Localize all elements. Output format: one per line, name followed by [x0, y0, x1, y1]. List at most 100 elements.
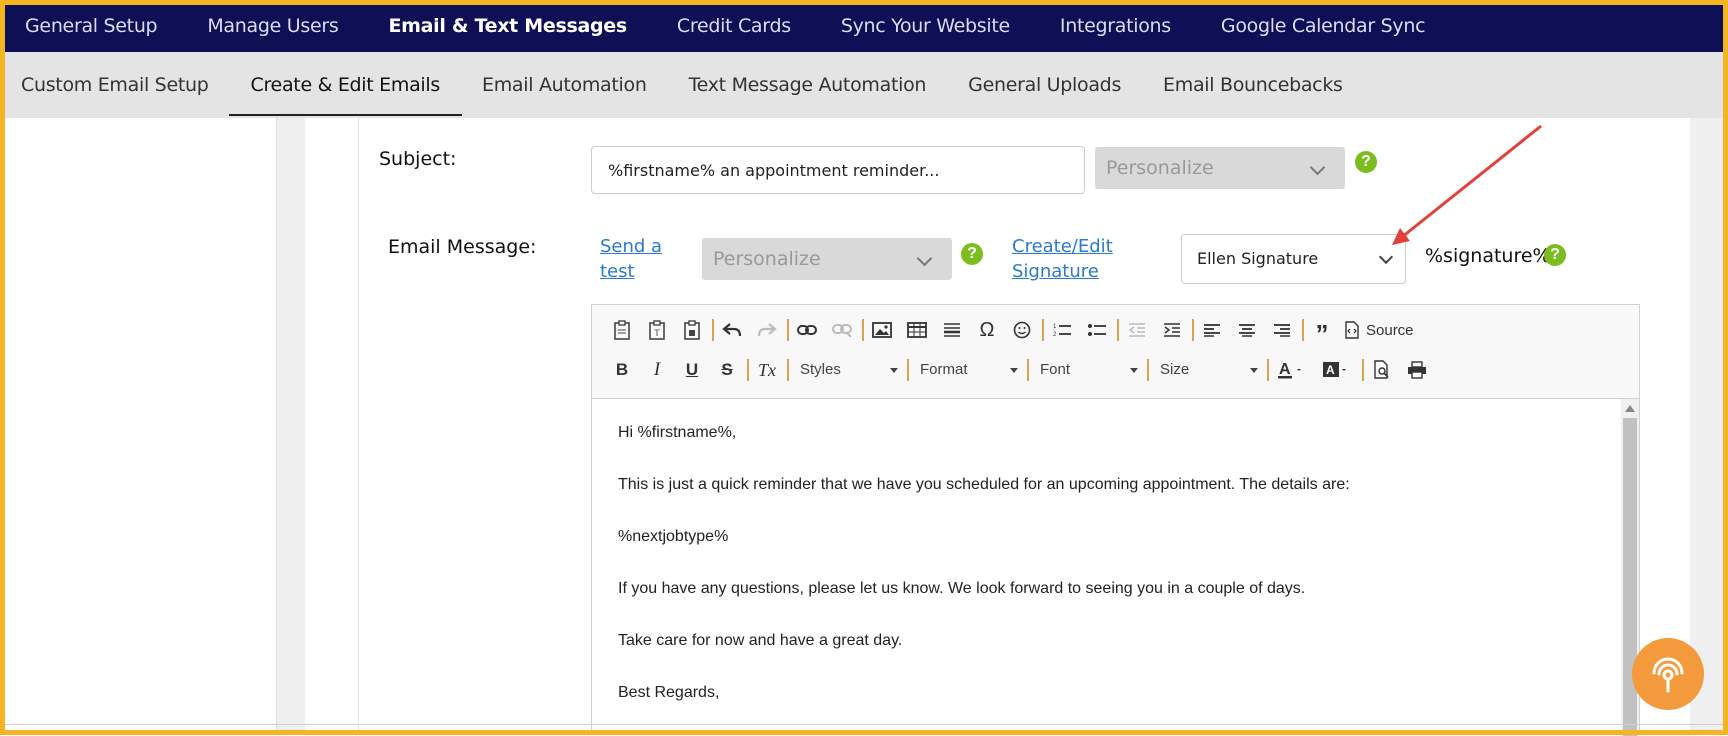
toolbar-separator: [747, 359, 749, 381]
undo-icon[interactable]: [717, 315, 747, 345]
send-test-link[interactable]: Send a test: [600, 234, 662, 284]
format-label: Format: [920, 361, 968, 378]
subnav-email-bouncebacks[interactable]: Email Bouncebacks: [1163, 52, 1343, 118]
source-button[interactable]: Source: [1344, 321, 1414, 339]
subnav-email-automation[interactable]: Email Automation: [482, 52, 647, 118]
signature-select[interactable]: Ellen Signature: [1181, 234, 1406, 284]
caret-down-icon: [1010, 368, 1018, 373]
redo-icon[interactable]: [752, 315, 782, 345]
chevron-down-icon: [1378, 249, 1394, 265]
format-combo[interactable]: Format: [912, 357, 1022, 383]
caret-down-icon: [1250, 368, 1258, 373]
source-icon: [1345, 321, 1359, 339]
bold-button[interactable]: B: [607, 355, 637, 385]
editor-toolbar: T Ω 1 2 ” Source B I U S Tx Styles Forma…: [592, 305, 1639, 399]
text-color-icon[interactable]: A: [1272, 355, 1312, 385]
chevron-down-icon: [916, 250, 933, 267]
topnav-integrations[interactable]: Integrations: [1060, 15, 1171, 37]
help-icon[interactable]: ?: [1355, 151, 1377, 173]
signature-merge-tag: %signature%: [1425, 245, 1551, 267]
signature-link-line1: Create/Edit: [1012, 236, 1113, 257]
link-icon[interactable]: [792, 315, 822, 345]
emoji-icon[interactable]: [1007, 315, 1037, 345]
background-color-icon[interactable]: A: [1317, 355, 1357, 385]
message-personalize-dropdown[interactable]: Personalize: [702, 238, 952, 280]
horizontal-line-icon[interactable]: [937, 315, 967, 345]
numbered-list-icon[interactable]: 12: [1047, 315, 1077, 345]
help-icon[interactable]: ?: [961, 243, 983, 265]
subnav-create-edit-emails[interactable]: Create & Edit Emails: [228, 52, 463, 118]
subnav-text-message-automation[interactable]: Text Message Automation: [689, 52, 927, 118]
topnav-sync-website[interactable]: Sync Your Website: [841, 15, 1010, 37]
svg-text:2: 2: [1053, 332, 1057, 338]
topnav-credit-cards[interactable]: Credit Cards: [677, 15, 791, 37]
send-test-line2: test: [600, 261, 635, 282]
paste-icon[interactable]: [607, 315, 637, 345]
svg-text:T: T: [654, 328, 660, 338]
subnav-general-uploads[interactable]: General Uploads: [968, 52, 1121, 118]
paste-word-icon[interactable]: [677, 315, 707, 345]
bulleted-list-icon[interactable]: [1082, 315, 1112, 345]
align-left-icon[interactable]: [1197, 315, 1227, 345]
editor-content[interactable]: Hi %firstname%, This is just a quick rem…: [592, 399, 1621, 736]
create-edit-signature-link[interactable]: Create/Edit Signature: [1012, 234, 1113, 284]
toolbar-separator: [1147, 359, 1149, 381]
font-combo[interactable]: Font: [1032, 357, 1142, 383]
underline-button[interactable]: U: [677, 355, 707, 385]
styles-combo[interactable]: Styles: [792, 357, 902, 383]
paste-text-icon[interactable]: T: [642, 315, 672, 345]
italic-button[interactable]: I: [642, 355, 672, 385]
send-test-line1: Send a: [600, 236, 663, 257]
size-label: Size: [1160, 361, 1190, 378]
indent-icon[interactable]: [1157, 315, 1187, 345]
align-center-icon[interactable]: [1232, 315, 1262, 345]
toolbar-separator: [1267, 359, 1269, 381]
toolbar-separator: [787, 319, 789, 341]
chevron-down-icon: [1309, 159, 1326, 176]
caret-down-icon: [890, 368, 898, 373]
rich-text-editor: T Ω 1 2 ” Source B I U S Tx Styles Forma…: [591, 304, 1640, 736]
subnav-custom-email-setup[interactable]: Custom Email Setup: [21, 52, 209, 118]
toolbar-separator: [862, 319, 864, 341]
topnav-general-setup[interactable]: General Setup: [25, 15, 158, 37]
content-paragraph: If you have any questions, please let us…: [618, 580, 1306, 597]
subject-input[interactable]: %firstname% an appointment reminder...: [591, 146, 1085, 194]
outdent-icon[interactable]: [1122, 315, 1152, 345]
size-combo[interactable]: Size: [1152, 357, 1262, 383]
toolbar-row-2: B I U S Tx Styles Format Font Size A A: [607, 355, 1437, 385]
broadcast-button[interactable]: [1632, 638, 1704, 710]
toolbar-separator: [712, 319, 714, 341]
signature-link-line2: Signature: [1012, 261, 1099, 282]
top-nav: General Setup Manage Users Email & Text …: [0, 0, 1728, 52]
content-paragraph: Best Regards,: [618, 684, 720, 701]
caret-down-icon: [1130, 368, 1138, 373]
source-label: Source: [1366, 321, 1414, 339]
image-icon[interactable]: [867, 315, 897, 345]
special-character-icon[interactable]: Ω: [972, 315, 1002, 345]
remove-format-button[interactable]: Tx: [752, 355, 782, 385]
align-right-icon[interactable]: [1267, 315, 1297, 345]
toolbar-separator: [907, 359, 909, 381]
help-icon[interactable]: ?: [1544, 244, 1566, 266]
table-icon[interactable]: [902, 315, 932, 345]
scroll-up-icon[interactable]: [1625, 405, 1635, 412]
toolbar-separator: [787, 359, 789, 381]
topnav-email-text-messages[interactable]: Email & Text Messages: [388, 15, 627, 37]
content-paragraph: Hi %firstname%,: [618, 424, 737, 441]
topnav-google-calendar-sync[interactable]: Google Calendar Sync: [1221, 15, 1426, 37]
strikethrough-button[interactable]: S: [712, 355, 742, 385]
font-label: Font: [1040, 361, 1071, 378]
subject-personalize-dropdown[interactable]: Personalize: [1095, 147, 1345, 189]
topnav-manage-users[interactable]: Manage Users: [207, 15, 338, 37]
broadcast-signal-icon: [1652, 657, 1684, 693]
toolbar-separator: [1117, 319, 1119, 341]
preview-icon[interactable]: [1367, 355, 1397, 385]
right-gutter: [1690, 118, 1728, 735]
print-icon[interactable]: [1402, 355, 1432, 385]
bottom-divider: [0, 724, 1728, 725]
unlink-icon[interactable]: [827, 315, 857, 345]
blockquote-icon[interactable]: ”: [1307, 315, 1337, 349]
content-paragraph: Take care for now and have a great day.: [618, 632, 903, 649]
svg-text:A: A: [1279, 361, 1291, 378]
content-paragraph: This is just a quick reminder that we ha…: [618, 476, 1350, 493]
